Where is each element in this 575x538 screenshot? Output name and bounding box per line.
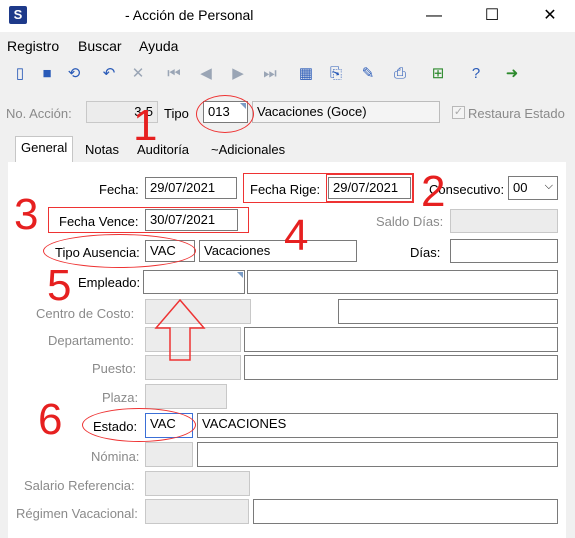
dias-field[interactable]	[450, 239, 558, 263]
next-record-icon[interactable]: ▶	[228, 64, 248, 84]
consecutivo-select[interactable]: 00 ⌵	[508, 176, 558, 200]
save-icon[interactable]: ■	[37, 64, 57, 84]
grid-icon[interactable]: ▦	[296, 64, 316, 84]
last-record-icon[interactable]: ⏭	[260, 64, 280, 84]
app-icon: S	[9, 6, 27, 24]
menu-ayuda[interactable]: Ayuda	[139, 38, 178, 54]
saldo-dias-label: Saldo Días:	[376, 214, 444, 229]
prev-record-icon[interactable]: ◀	[196, 64, 216, 84]
regimen-vacacional-desc-field	[253, 499, 558, 524]
new-icon[interactable]: ▯	[10, 64, 30, 84]
saldo-dias-field	[450, 209, 558, 233]
salario-referencia-label: Salario Referencia:	[24, 478, 135, 493]
annotation-number-3: 3	[14, 190, 39, 239]
restaura-estado-label: Restaura Estado	[468, 106, 565, 121]
nomina-code-field	[145, 442, 193, 467]
annotation-oval-tipo	[196, 95, 254, 133]
tab-general[interactable]: General	[15, 136, 74, 163]
fecha-field[interactable]: 29/07/2021	[145, 177, 237, 199]
annotation-number-5: 5	[47, 261, 72, 310]
tipo-label: Tipo	[164, 106, 189, 121]
plaza-field	[145, 384, 227, 409]
annotation-number-4: 4	[284, 211, 309, 260]
menu-buscar[interactable]: Buscar	[78, 38, 122, 54]
undo-icon[interactable]: ↶	[99, 64, 119, 84]
tipo-desc-field: Vacaciones (Goce)	[252, 101, 440, 123]
delete-icon[interactable]: ✕	[128, 64, 148, 84]
annotation-box-fecha-rige-value	[326, 174, 413, 202]
empleado-name-field	[247, 270, 558, 294]
window-title: - Acción de Personal	[125, 7, 254, 23]
refresh-icon[interactable]: ⟲	[64, 64, 84, 84]
export-icon[interactable]: ⎘	[326, 64, 346, 84]
departamento-label: Departamento:	[48, 333, 134, 348]
departamento-desc-field	[244, 327, 558, 352]
arrow-shape	[154, 298, 206, 361]
annotation-up-arrow	[154, 298, 206, 361]
empleado-code-field[interactable]	[143, 270, 245, 294]
tab-notas[interactable]: Notas	[80, 139, 124, 162]
print-icon[interactable]: ⎙	[390, 64, 410, 84]
first-record-icon[interactable]: ⏮	[164, 64, 184, 84]
restaura-estado-checkbox[interactable]: ✓	[452, 106, 465, 119]
plaza-label: Plaza:	[102, 390, 139, 405]
dias-label: Días:	[410, 245, 441, 260]
puesto-desc-field	[244, 355, 558, 380]
consecutivo-value: 00	[513, 180, 528, 195]
calc-icon[interactable]: ⊞	[428, 64, 448, 84]
centro-costo-desc-field	[338, 299, 558, 324]
toolbar	[0, 60, 575, 88]
edit-icon[interactable]: ✎	[358, 64, 378, 84]
chevron-down-icon: ⌵	[544, 180, 553, 192]
annotation-oval-estado	[82, 408, 196, 442]
annotation-number-2: 2	[421, 167, 446, 216]
fecha-label: Fecha:	[99, 182, 139, 197]
annotation-number-6: 6	[38, 395, 63, 444]
exit-icon[interactable]: ➜	[502, 64, 522, 84]
estado-desc-field: VACACIONES	[197, 413, 558, 438]
no-accion-label: No. Acción:	[6, 106, 72, 121]
menu-registro[interactable]: Registro	[7, 38, 59, 54]
regimen-vacacional-label: Régimen Vacacional:	[16, 506, 138, 521]
tab-adicionales[interactable]: ~Adicionales	[206, 139, 290, 162]
puesto-label: Puesto:	[92, 361, 137, 376]
tipo-ausencia-desc-field: Vacaciones	[199, 240, 357, 262]
maximize-button[interactable]: ☐	[469, 2, 515, 30]
annotation-number-1: 1	[133, 101, 158, 150]
close-button[interactable]: ✕	[527, 2, 573, 30]
nomina-desc-field	[197, 442, 558, 467]
empleado-label: Empleado:	[78, 275, 141, 290]
salario-referencia-field	[145, 471, 250, 496]
help-icon[interactable]: ?	[466, 64, 486, 84]
nomina-label: Nómina:	[91, 449, 140, 464]
minimize-button[interactable]: —	[411, 2, 457, 30]
annotation-box-fecha-vence	[48, 207, 249, 233]
regimen-vacacional-code-field	[145, 499, 249, 524]
